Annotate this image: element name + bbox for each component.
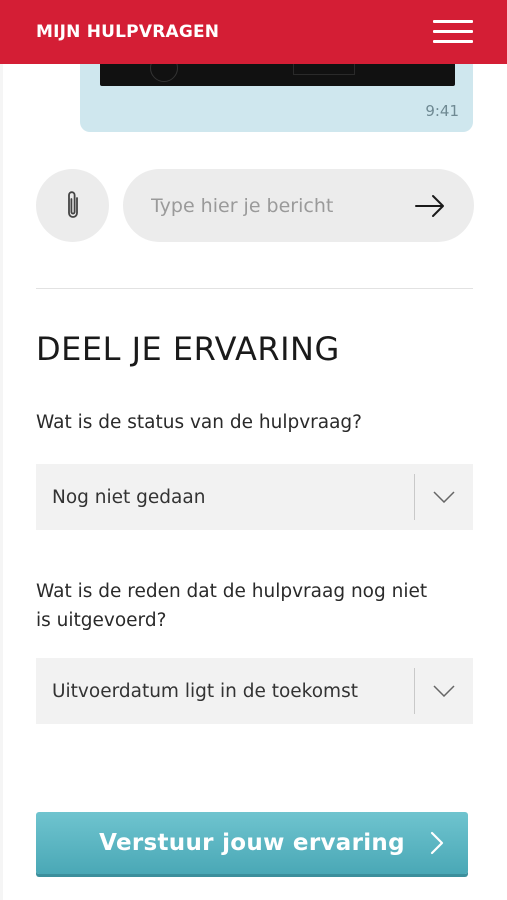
- attach-button[interactable]: [36, 169, 109, 242]
- hamburger-icon[interactable]: [433, 19, 473, 45]
- submit-button-label: Verstuur jouw ervaring: [99, 830, 405, 856]
- send-button[interactable]: [414, 194, 446, 218]
- app-header: MIJN HULPVRAGEN: [0, 0, 507, 64]
- page-edge: [0, 0, 3, 900]
- chevron-right-icon: [430, 831, 444, 855]
- reason-select[interactable]: Uitvoerdatum ligt in de toekomst: [36, 658, 473, 724]
- section-divider: [36, 288, 473, 289]
- page-title: MIJN HULPVRAGEN: [36, 22, 220, 42]
- status-question-label: Wat is de status van de hulpvraag?: [36, 412, 362, 433]
- chevron-down-icon: [415, 464, 473, 530]
- message-input[interactable]: [151, 194, 414, 217]
- reason-question-label: Wat is de reden dat de hulpvraag nog nie…: [36, 581, 428, 631]
- paperclip-icon: [67, 190, 78, 218]
- message-input-container: [123, 169, 474, 242]
- status-select[interactable]: Nog niet gedaan: [36, 464, 473, 530]
- feedback-title: DEEL JE ERVARING: [36, 330, 340, 368]
- submit-experience-button[interactable]: Verstuur jouw ervaring: [36, 812, 468, 874]
- chevron-down-icon: [415, 658, 473, 724]
- arrow-right-icon: [415, 194, 444, 217]
- message-timestamp: 9:41: [425, 102, 459, 120]
- reason-select-value: Uitvoerdatum ligt in de toekomst: [52, 680, 358, 702]
- status-select-value: Nog niet gedaan: [52, 486, 206, 508]
